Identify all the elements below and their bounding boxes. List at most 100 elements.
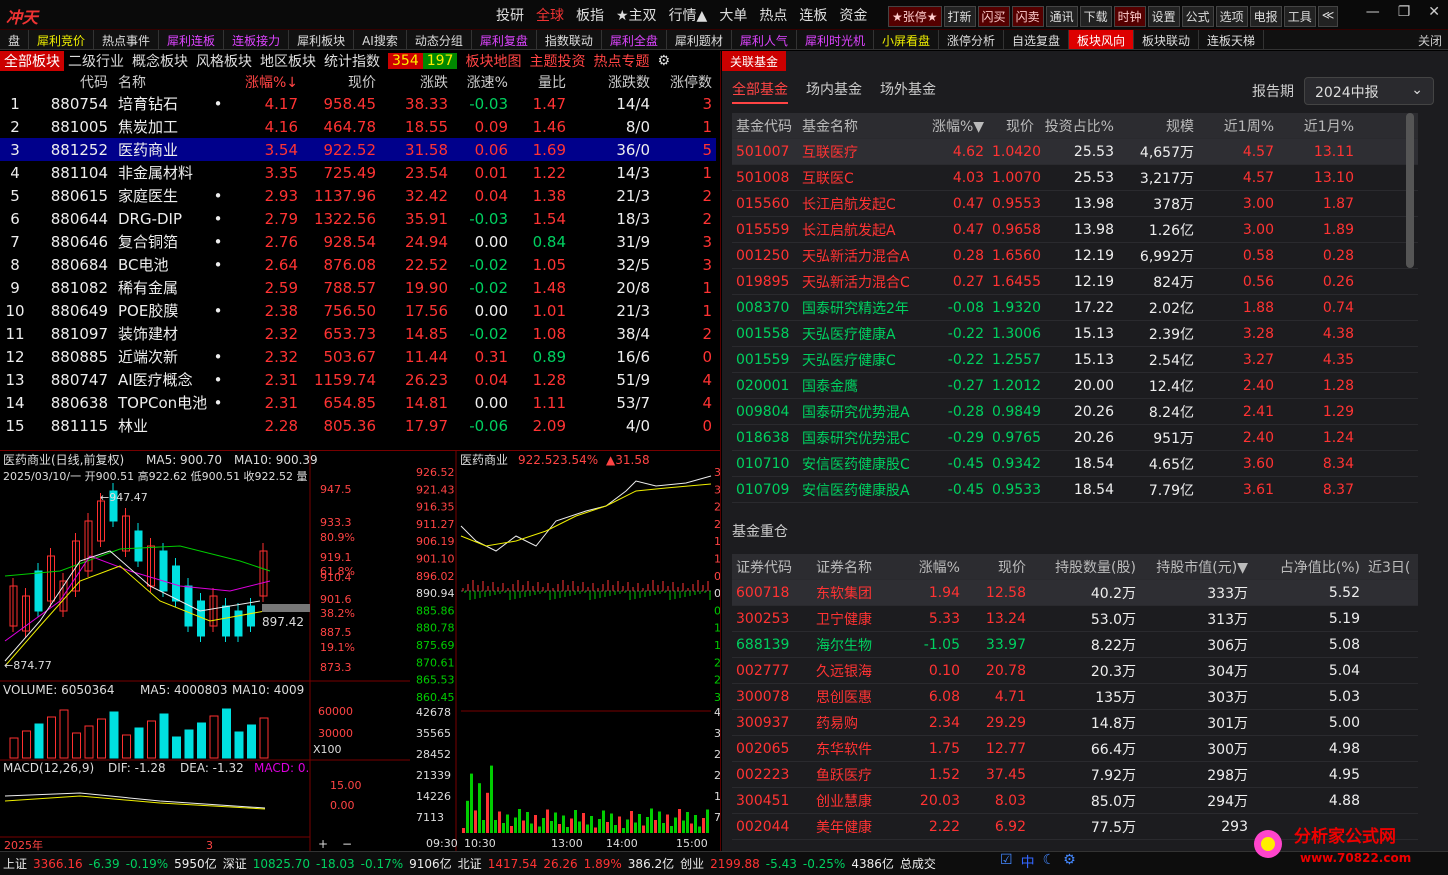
- column-header[interactable]: 涨跌: [376, 72, 448, 92]
- sector-tab[interactable]: 二级行业: [64, 51, 128, 71]
- tab-close-button[interactable]: 关闭: [1418, 32, 1442, 49]
- menu-item[interactable]: 全球: [530, 5, 570, 25]
- settings-icon[interactable]: ⚙: [1063, 852, 1076, 872]
- table-row[interactable]: 001250 天弘新活力混合A 0.28 1.6560 12.19 6,992万 0.58 0…: [732, 243, 1418, 269]
- moon-icon[interactable]: ☾: [1043, 852, 1056, 872]
- fund-tab[interactable]: 场内基金: [806, 79, 862, 104]
- function-tab[interactable]: 盘: [0, 30, 30, 49]
- timeshare-chart[interactable]: 医药商业 922.52 3.54% ▲31.58 926.52 921.43 916.35 9…: [412, 451, 720, 851]
- function-tab[interactable]: 连板天梯: [1199, 30, 1265, 49]
- table-row[interactable]: 1 880754 培育钻石 • 4.17 958.45 38.33 -0.03 1.47 14/4…: [0, 92, 716, 115]
- sector-tab[interactable]: 热点专题: [589, 51, 653, 71]
- column-header[interactable]: 投资占比%: [1038, 116, 1118, 136]
- restore-icon[interactable]: ❐: [1398, 4, 1411, 20]
- toolbar-button[interactable]: 闪买: [977, 6, 1010, 27]
- function-tab[interactable]: 犀利复盘: [472, 30, 537, 49]
- table-row[interactable]: 501007 互联医疗 4.62 1.0420 25.53 4,657万 4.57 13.11: [732, 139, 1418, 165]
- table-row[interactable]: 300937 药易购 2.34 29.29 14.8万 301万 5.00: [732, 710, 1418, 736]
- table-row[interactable]: 010710 安信医药健康股C -0.45 0.9342 18.54 4.65亿 3.60 8…: [732, 451, 1418, 477]
- table-row[interactable]: 6 880644 DRG-DIP • 2.79 1322.56 35.91 -0.03 1.54…: [0, 207, 716, 230]
- sector-tab[interactable]: 风格板块: [192, 51, 256, 71]
- column-header[interactable]: 涨幅%▼: [928, 116, 988, 136]
- function-tab[interactable]: 犀利人气: [732, 30, 797, 49]
- column-header[interactable]: 涨幅%: [892, 557, 964, 577]
- function-tab[interactable]: AI搜索: [354, 30, 407, 49]
- column-header[interactable]: 近1周%: [1198, 116, 1278, 136]
- table-row[interactable]: 002223 鱼跃医疗 1.52 37.45 7.92万 298万 4.95: [732, 762, 1418, 788]
- column-header[interactable]: 涨速%: [448, 72, 508, 92]
- sector-tab[interactable]: 板块地图: [461, 51, 525, 71]
- function-tab[interactable]: 板块风向: [1069, 30, 1135, 49]
- ime-icon[interactable]: 中: [1021, 852, 1035, 872]
- table-row[interactable]: 002777 久远银海 0.10 20.78 20.3万 304万 5.04: [732, 658, 1418, 684]
- toolbar-button[interactable]: 下载: [1079, 6, 1112, 27]
- toolbar-button[interactable]: 工具: [1283, 6, 1316, 27]
- table-row[interactable]: 001558 天弘医疗健康A -0.22 1.3006 15.13 2.39亿 3.28 4.…: [732, 321, 1418, 347]
- table-row[interactable]: 001559 天弘医疗健康C -0.22 1.2557 15.13 2.54亿 3.27 4.…: [732, 347, 1418, 373]
- toolbar-button[interactable]: 打新: [943, 6, 976, 27]
- table-row[interactable]: 12 880885 近端次新 • 2.32 503.67 11.44 0.31 0.89 16/6…: [0, 345, 716, 368]
- menu-item[interactable]: 行情▲: [663, 5, 714, 25]
- function-tab[interactable]: 自选复盘: [1004, 30, 1069, 49]
- column-header[interactable]: 量比: [508, 72, 566, 92]
- column-header[interactable]: 证券名称: [812, 557, 892, 577]
- table-row[interactable]: 015559 长江启航发起A 0.47 0.9658 13.98 1.26亿 3.00 1.8…: [732, 217, 1418, 243]
- function-tab[interactable]: 小屏看盘: [874, 30, 939, 49]
- function-tab[interactable]: 犀利连板: [159, 30, 225, 49]
- close-icon[interactable]: ✕: [1428, 4, 1440, 20]
- column-header[interactable]: 占净值比(%): [1252, 557, 1364, 577]
- table-row[interactable]: 020001 国泰金鹰 -0.27 1.2012 20.00 12.4亿 2.40 1.28: [732, 373, 1418, 399]
- column-header[interactable]: 持股市值(元)▼: [1140, 557, 1252, 577]
- toolbar-button[interactable]: 时钟: [1113, 6, 1146, 27]
- table-row[interactable]: 300451 创业慧康 20.03 8.03 85.0万 294万 4.88: [732, 788, 1418, 814]
- sector-tab[interactable]: 主题投资: [525, 51, 589, 71]
- fund-tab[interactable]: 场外基金: [880, 79, 936, 104]
- column-header[interactable]: 基金代码: [732, 116, 798, 136]
- table-row[interactable]: 688139 海尔生物 -1.05 33.97 8.22万 306万 5.08: [732, 632, 1418, 658]
- table-row[interactable]: 8 880684 BC电池 • 2.64 876.08 22.52 -0.02 1.05 32/5…: [0, 253, 716, 276]
- table-row[interactable]: 008370 国泰研究精选2年 -0.08 1.9320 17.22 2.02亿 1.88 0…: [732, 295, 1418, 321]
- toolbar-button[interactable]: 闪卖: [1011, 6, 1044, 27]
- scrollbar[interactable]: [1406, 113, 1414, 268]
- column-header[interactable]: 现价: [964, 557, 1030, 577]
- gear-icon[interactable]: ⚙: [653, 53, 674, 69]
- table-row[interactable]: 015560 长江启航发起C 0.47 0.9553 13.98 378万 3.00 1.87: [732, 191, 1418, 217]
- column-header[interactable]: 名称: [108, 72, 208, 92]
- function-tab[interactable]: 板块联动: [1134, 30, 1200, 49]
- function-tab[interactable]: 犀利全盘: [602, 30, 667, 49]
- sector-tab[interactable]: 概念板块: [128, 51, 192, 71]
- table-row[interactable]: 14 880638 TOPCon电池 • 2.31 654.85 14.81 0.00 1.11…: [0, 391, 716, 414]
- toolbar-button[interactable]: ★张停★: [888, 6, 942, 27]
- function-tab[interactable]: 涨停分析: [939, 30, 1004, 49]
- table-row[interactable]: 010709 安信医药健康股A -0.45 0.9533 18.54 7.79亿 3.61 8…: [732, 477, 1418, 503]
- table-row[interactable]: 15 881115 林业 2.28 805.36 17.97 -0.06 2.09 4/0 0: [0, 414, 716, 437]
- column-header[interactable]: 涨幅%↓: [228, 72, 298, 92]
- column-header[interactable]: 规模: [1118, 116, 1198, 136]
- table-row[interactable]: 13 880747 AI医疗概念 • 2.31 1159.74 26.23 0.04 1.28 5…: [0, 368, 716, 391]
- function-tab[interactable]: 犀利时光机: [797, 30, 874, 49]
- function-tab[interactable]: 连板接力: [224, 30, 290, 49]
- column-header[interactable]: 近3日(: [1364, 557, 1414, 577]
- column-header[interactable]: 持股数量(股): [1030, 557, 1140, 577]
- table-row[interactable]: 4 881104 非金属材料 3.35 725.49 23.54 0.01 1.22 14/3 1: [0, 161, 716, 184]
- table-row[interactable]: 009804 国泰研究优势混A -0.28 0.9849 20.26 8.24亿 2.41 1…: [732, 399, 1418, 425]
- table-row[interactable]: 018638 国泰研究优势混C -0.29 0.9765 20.26 951万 2.40 1.…: [732, 425, 1418, 451]
- function-tab[interactable]: 指数联动: [537, 30, 602, 49]
- toolbar-button[interactable]: 设置: [1147, 6, 1180, 27]
- table-row[interactable]: 300078 思创医惠 6.08 4.71 135万 303万 5.03: [732, 684, 1418, 710]
- minimize-icon[interactable]: —: [1366, 4, 1380, 20]
- column-header[interactable]: 涨停数: [650, 72, 712, 92]
- menu-item[interactable]: 资金: [833, 5, 873, 25]
- table-row[interactable]: 300253 卫宁健康 5.33 13.24 53.0万 313万 5.19: [732, 606, 1418, 632]
- table-row[interactable]: 5 880615 家庭医生 • 2.93 1137.96 32.42 0.04 1.38 21/3…: [0, 184, 716, 207]
- function-tab[interactable]: 犀利竞价: [29, 30, 95, 49]
- sector-tab[interactable]: 地区板块: [256, 51, 320, 71]
- fund-tab[interactable]: 全部基金: [732, 79, 788, 104]
- toolbar-button[interactable]: 选项: [1215, 6, 1248, 27]
- menu-item[interactable]: 连板: [793, 5, 833, 25]
- function-tab[interactable]: 热点事件: [94, 30, 160, 49]
- column-header[interactable]: 现价: [988, 116, 1038, 136]
- sector-tab[interactable]: 统计指数: [320, 51, 384, 71]
- function-tab[interactable]: 犀利板块: [289, 30, 355, 49]
- table-row[interactable]: 002065 东华软件 1.75 12.77 66.4万 300万 4.98: [732, 736, 1418, 762]
